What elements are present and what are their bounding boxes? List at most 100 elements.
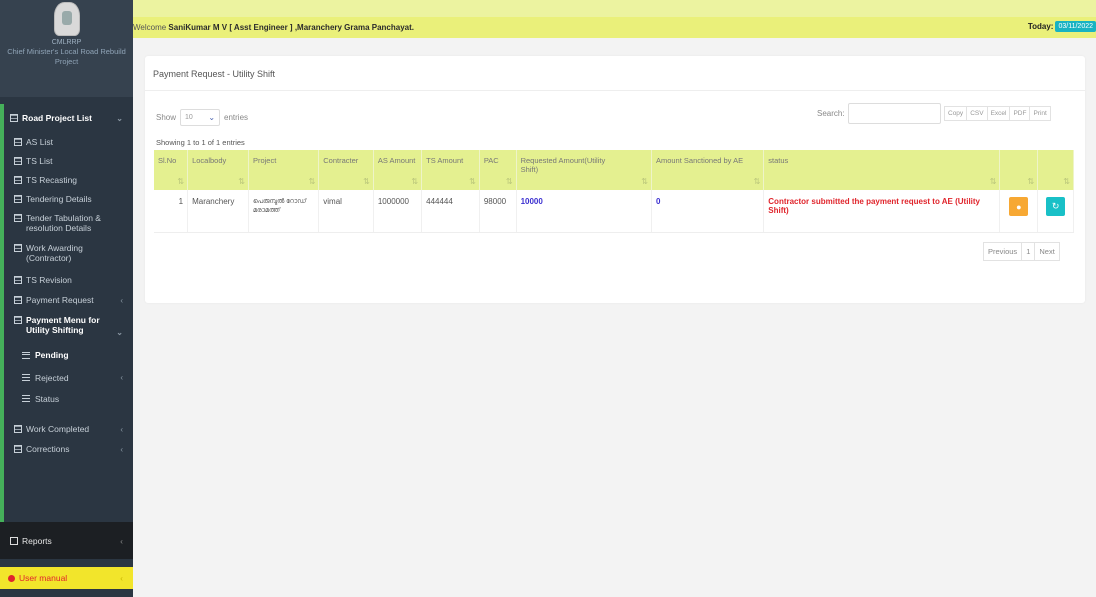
grid-icon (14, 275, 22, 284)
cell-ts-amount: 444444 (421, 190, 480, 233)
sidebar-item-label: Payment Menu for Utility Shifting (26, 315, 100, 335)
list-icon (22, 351, 30, 359)
sort-icon: ⇅ (308, 177, 316, 186)
chevron-left-icon: ‹ (120, 424, 123, 434)
grid-icon (10, 536, 18, 545)
sort-icon: ⇅ (411, 177, 419, 186)
sidebar-item-ts-list[interactable]: TS List (0, 151, 133, 170)
column-header-localbody[interactable]: Localbody ⇅ (187, 150, 249, 190)
next-page-button[interactable]: Next (1034, 242, 1060, 261)
sort-icon: ⇅ (753, 177, 761, 186)
grid-icon (14, 244, 22, 252)
grid-icon (14, 316, 22, 324)
welcome-bar: Welcome SaniKumar M V [ Asst Engineer ] … (133, 0, 1096, 38)
previous-page-button[interactable]: Previous (983, 242, 1023, 261)
page-1-button[interactable]: 1 (1021, 242, 1036, 261)
sidebar-item-tendering-details[interactable]: Tendering Details (0, 189, 133, 209)
sidebar-item-payment-menu-utility[interactable]: Payment Menu for Utility Shifting ⌄ (0, 311, 133, 343)
excel-button[interactable]: Excel (986, 106, 1011, 121)
entries-control: Show 10 ⌄ entries (156, 109, 248, 126)
sort-icon: ⇅ (641, 177, 648, 186)
search-label: Search: (817, 109, 845, 118)
column-header-status[interactable]: status ⇅ (763, 150, 1001, 190)
column-header-ts-amount[interactable]: TS Amount ⇅ (421, 150, 480, 190)
sidebar-item-ts-revision[interactable]: TS Revision (0, 270, 133, 289)
column-header-as-amount[interactable]: AS Amount ⇅ (373, 150, 423, 190)
content-card: Payment Request - Utility Shift Show 10 … (145, 56, 1085, 303)
column-header-action-1[interactable]: ⇅ (999, 150, 1039, 190)
sidebar-item-label: Work Awarding (Contractor) (26, 243, 83, 263)
sidebar-item-tender-tabulation[interactable]: Tender Tabulation & resolution Details (0, 209, 133, 239)
refresh-icon: ↻ (1051, 201, 1060, 211)
sort-icon: ⇅ (505, 177, 513, 186)
sidebar-item-label: Work Completed (26, 424, 90, 434)
sidebar-item-label: AS List (26, 136, 53, 147)
sidebar: CMLRRP Chief Minister's Local Road Rebui… (0, 0, 133, 597)
search-control: Search: (817, 103, 941, 124)
sidebar-item-as-list[interactable]: AS List (0, 132, 133, 151)
sort-icon: ⇅ (363, 177, 370, 186)
cell-as-amount: 1000000 (373, 190, 423, 233)
pagination: Previous 1 Next (983, 242, 1060, 261)
list-icon (22, 395, 30, 402)
sidebar-menu: Road Project List ⌄ AS List TS List TS R… (0, 104, 133, 459)
csv-button[interactable]: CSV (966, 106, 988, 121)
column-header-amount-sanctioned[interactable]: Amount Sanctioned by AE ⇅ (651, 150, 765, 190)
sidebar-item-work-completed[interactable]: Work Completed ‹ (0, 419, 133, 439)
view-button[interactable]: ● (1009, 197, 1029, 216)
brand-name: Chief Minister's Local Road Rebuild Proj… (7, 47, 126, 66)
sort-icon: ⇅ (238, 177, 245, 186)
column-header-requested-amount[interactable]: Requested Amount(Utility Shift) ⇅ (516, 150, 652, 190)
sidebar-subitem-rejected[interactable]: Rejected ‹ (0, 367, 133, 388)
cell-action-2: ↻ (1037, 190, 1074, 233)
sidebar-subitem-status[interactable]: Status (0, 388, 133, 409)
sidebar-item-label: TS Recasting (26, 174, 78, 185)
sidebar-item-user-manual[interactable]: User manual ‹ (0, 567, 133, 589)
sidebar-item-label: Corrections (26, 444, 70, 454)
chevron-left-icon: ‹ (120, 535, 123, 546)
sort-icon: ⇅ (989, 177, 997, 186)
entries-label: entries (224, 113, 249, 122)
grid-icon (14, 195, 22, 203)
cell-contracter: vimal (318, 190, 374, 233)
process-button[interactable]: ↻ (1046, 197, 1066, 216)
sidebar-item-reports[interactable]: Reports ‹ (0, 522, 133, 559)
print-button[interactable]: Print (1029, 106, 1051, 121)
sidebar-item-payment-request[interactable]: Payment Request ‹ (0, 289, 133, 311)
sort-icon: ⇅ (1063, 177, 1070, 186)
grid-icon (14, 214, 22, 222)
sidebar-item-work-awarding[interactable]: Work Awarding (Contractor) (0, 239, 133, 270)
grid-icon (14, 425, 22, 433)
cell-slno: 1 (154, 190, 189, 233)
sidebar-subitem-pending[interactable]: Pending (0, 343, 133, 367)
copy-button[interactable]: Copy (944, 106, 968, 121)
grid-icon (14, 156, 22, 165)
cell-amount-sanctioned[interactable]: 0 (651, 190, 765, 233)
search-input[interactable] (847, 103, 941, 124)
chevron-down-icon: ⌄ (116, 113, 123, 123)
column-header-pac[interactable]: PAC ⇅ (479, 150, 517, 190)
eye-icon: ● (1016, 201, 1022, 212)
sidebar-item-road-project-list[interactable]: Road Project List ⌄ (0, 104, 133, 132)
user-name: SaniKumar M V [ Asst Engineer ] ,Maranch… (168, 23, 414, 32)
info-icon (8, 574, 15, 582)
sidebar-item-label: TS Revision (26, 274, 72, 285)
grid-icon (14, 296, 22, 304)
column-header-slno[interactable]: Sl.No ⇅ (154, 150, 189, 190)
chevron-left-icon: ‹ (120, 295, 123, 305)
brand-abbr: CMLRRP (51, 39, 82, 46)
column-header-project[interactable]: Project ⇅ (248, 150, 320, 190)
sort-icon: ⇅ (1027, 177, 1035, 186)
sidebar-item-corrections[interactable]: Corrections ‹ (0, 439, 133, 459)
chevron-down-icon: ⌄ (208, 113, 216, 122)
column-header-contracter[interactable]: Contracter ⇅ (318, 150, 374, 190)
today-date-badge: 03/11/2022 (1055, 21, 1096, 32)
cell-requested-amount[interactable]: 10000 (516, 190, 652, 233)
page-title: Payment Request - Utility Shift (153, 69, 276, 79)
entries-select[interactable]: 10 ⌄ (180, 109, 221, 126)
sidebar-item-ts-recasting[interactable]: TS Recasting (0, 170, 133, 189)
pdf-button[interactable]: PDF (1009, 106, 1031, 121)
column-header-action-2[interactable]: ⇅ (1037, 150, 1074, 190)
welcome-text: Welcome SaniKumar M V [ Asst Engineer ] … (133, 23, 414, 32)
sidebar-subitem-label: Status (35, 393, 60, 404)
